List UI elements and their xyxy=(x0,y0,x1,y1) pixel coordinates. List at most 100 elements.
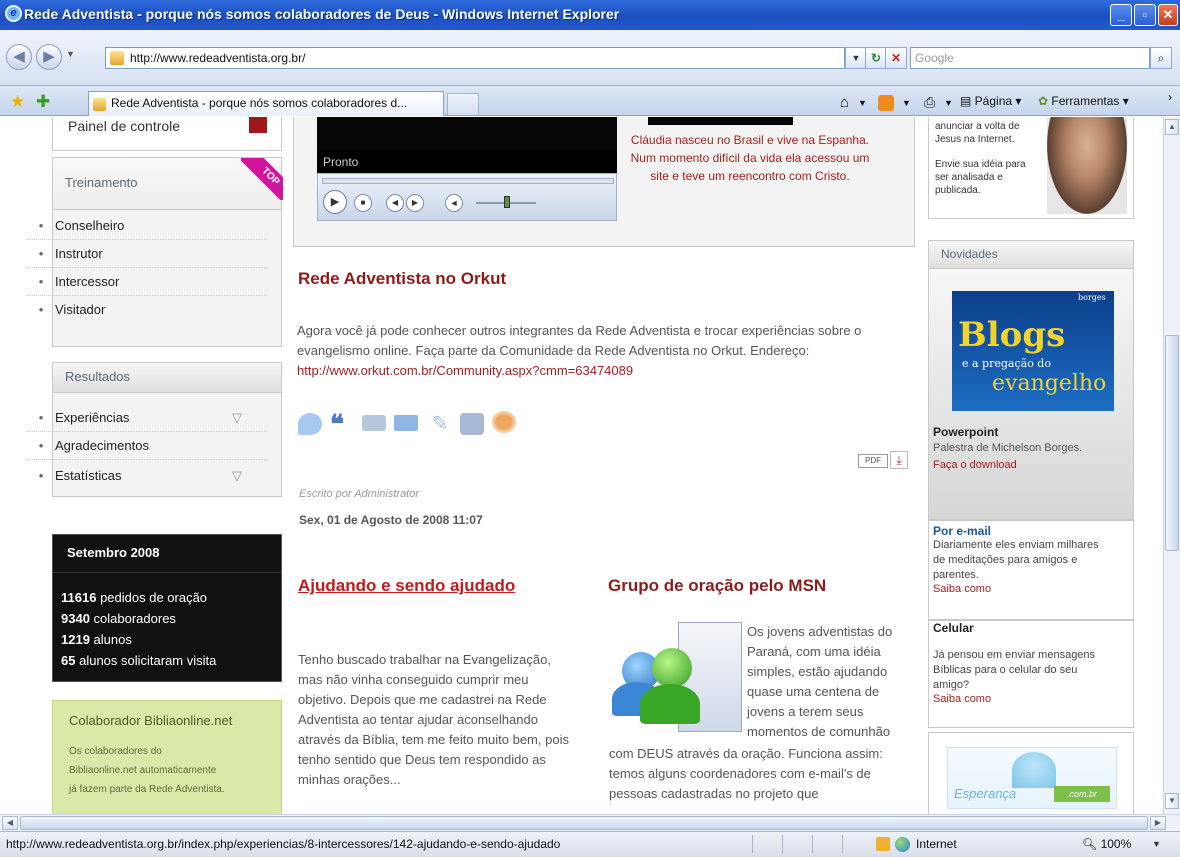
powerpoint-download-link[interactable]: Faça o download xyxy=(933,459,1017,471)
blogs-line3: evangelho xyxy=(992,371,1107,396)
chevron-down-icon[interactable]: ▽ xyxy=(232,462,242,490)
new-tab-button[interactable] xyxy=(447,93,479,115)
bookmark-icon[interactable]: ✎ xyxy=(428,413,452,435)
close-button[interactable]: ✕ xyxy=(1158,4,1178,26)
page-menu-label: Página xyxy=(974,94,1013,108)
pdf-button[interactable]: PDF xyxy=(858,454,888,468)
email-icon[interactable] xyxy=(394,415,418,431)
stats-label: alunos solicitaram visita xyxy=(79,653,217,668)
chevron-down-icon[interactable]: ▽ xyxy=(232,404,242,432)
celular-box: Celular Já pensou em enviar mensagens Bí… xyxy=(928,620,1134,728)
hscroll-thumb[interactable] xyxy=(20,816,1148,830)
print-page-icon[interactable] xyxy=(362,415,386,431)
stats-box: Setembro 2008 11616 pedidos de oração 93… xyxy=(52,534,282,682)
feeds-dropdown-icon[interactable]: ▼ xyxy=(902,98,911,108)
print-icon[interactable]: ⎙ xyxy=(924,94,935,111)
tools-menu[interactable]: ✿ Ferramentas ▾ xyxy=(1038,94,1129,108)
article-msn-title[interactable]: Grupo de oração pelo MSN xyxy=(608,576,826,596)
refresh-icon[interactable]: ↻ xyxy=(865,47,887,69)
search-icon[interactable]: ⌕ xyxy=(1150,47,1172,69)
stop-icon[interactable]: ■ xyxy=(354,194,372,212)
powerpoint-title[interactable]: Powerpoint xyxy=(933,425,998,439)
sidebar-item-label: Experiências xyxy=(55,410,130,425)
play-icon[interactable]: ▶ xyxy=(323,190,347,214)
msn-green-body xyxy=(640,684,700,724)
article-line: através da Bíblia, tem me feito muito be… xyxy=(298,732,569,747)
stats-row: 9340 colaboradores xyxy=(61,608,281,629)
scroll-thumb[interactable] xyxy=(1165,335,1179,551)
vertical-scrollbar[interactable]: ▲ ▼ xyxy=(1163,117,1180,814)
tab-current[interactable]: Rede Adventista - porque nós somos colab… xyxy=(88,91,444,116)
email-title[interactable]: Por e-mail xyxy=(929,521,1133,538)
sidebar-item-visitador[interactable]: • Visitador xyxy=(27,296,267,324)
orkut-text-line: Agora você já pode conhecer outros integ… xyxy=(297,323,862,338)
status-divider xyxy=(812,835,813,853)
stats-row: 65 alunos solicitaram visita xyxy=(61,650,281,671)
scroll-right-icon[interactable]: ▶ xyxy=(1150,816,1166,830)
forward-button[interactable]: ▶ xyxy=(36,44,62,70)
caption-line: Cláudia nasceu no Brasil e vive na Espan… xyxy=(630,133,870,147)
control-panel-icon[interactable] xyxy=(249,117,267,133)
article-ajudando-title[interactable]: Ajudando e sendo ajudado xyxy=(298,576,515,596)
stats-label: pedidos de oração xyxy=(100,590,208,605)
promo-line: Jesus na Internet. xyxy=(935,134,1015,145)
volume-icon[interactable]: ◄ xyxy=(445,194,463,212)
email-link[interactable]: Saiba como xyxy=(929,583,1133,595)
volume-handle[interactable] xyxy=(504,196,510,208)
comment-icon[interactable] xyxy=(298,413,322,435)
home-icon[interactable]: ⌂ xyxy=(840,94,849,111)
feeds-icon[interactable] xyxy=(878,95,894,111)
sidebar-item-instrutor[interactable]: • Instrutor xyxy=(27,240,267,268)
article-line: tenho sentido que Deus tem respondido as xyxy=(298,752,546,767)
scroll-left-icon[interactable]: ◀ xyxy=(2,816,18,830)
quote-icon[interactable]: ❝ xyxy=(330,411,354,437)
seek-bar[interactable] xyxy=(322,178,614,184)
search-input[interactable]: Google xyxy=(910,47,1150,69)
results-title: Resultados xyxy=(53,363,281,393)
horizontal-scrollbar[interactable]: ◀ ▶ xyxy=(0,814,1180,831)
minimize-button[interactable]: _ xyxy=(1110,4,1132,26)
pdf-share-icon[interactable] xyxy=(460,413,484,435)
zoom-level[interactable]: 🔍︎ 100% xyxy=(1082,832,1131,856)
article-line: jovens a terem seus xyxy=(747,704,864,719)
control-panel-link[interactable]: Painel de controle xyxy=(68,118,180,134)
biblia-text: Os colaboradores do Bibliaonline.net aut… xyxy=(53,728,281,799)
add-favorite-icon[interactable]: ✚ xyxy=(36,92,50,112)
esperanca-banner[interactable]: Esperança .com.br xyxy=(947,747,1117,809)
chevron-right-icon[interactable]: › xyxy=(1168,90,1172,104)
window-titlebar: e Rede Adventista - porque nós somos col… xyxy=(0,0,1180,30)
celular-title[interactable]: Celular xyxy=(929,621,1133,635)
print-dropdown-icon[interactable]: ▼ xyxy=(944,98,953,108)
scroll-up-icon[interactable]: ▲ xyxy=(1165,119,1179,135)
sidebar-item-agradecimentos[interactable]: • Agradecimentos xyxy=(27,432,267,460)
video-thumbnail[interactable] xyxy=(648,117,793,125)
favorites-star-icon[interactable]: ★ xyxy=(10,92,25,112)
security-warning-icon[interactable] xyxy=(876,837,890,851)
sidebar-item-estatisticas[interactable]: • Estatísticas ▽ xyxy=(27,462,267,490)
zoom-dropdown-icon[interactable]: ▼ xyxy=(1152,832,1161,856)
orkut-link[interactable]: http://www.orkut.com.br/Community.aspx?c… xyxy=(297,361,917,381)
address-bar[interactable]: http://www.redeadventista.org.br/ xyxy=(105,47,845,69)
celular-link[interactable]: Saiba como xyxy=(929,693,1133,705)
sidebar-item-conselheiro[interactable]: • Conselheiro xyxy=(27,212,267,240)
previous-icon[interactable]: ◀ xyxy=(386,194,404,212)
next-icon[interactable]: ▶ xyxy=(406,194,424,212)
sidebar-item-intercessor[interactable]: • Intercessor xyxy=(27,268,267,296)
scroll-down-icon[interactable]: ▼ xyxy=(1165,793,1179,809)
ie-logo-icon: e xyxy=(5,5,22,22)
back-button[interactable]: ◀ xyxy=(6,44,32,70)
sidebar-item-label: Estatísticas xyxy=(55,468,122,483)
celular-line: amigo? xyxy=(933,679,970,691)
pdf-icon[interactable]: ⤓ xyxy=(890,451,908,469)
address-dropdown-icon[interactable]: ▼ xyxy=(845,47,867,69)
home-dropdown-icon[interactable]: ▼ xyxy=(858,98,867,108)
rss-icon[interactable] xyxy=(492,411,516,433)
maximize-button[interactable]: ▫ xyxy=(1134,4,1156,26)
stop-icon[interactable]: ✕ xyxy=(885,47,907,69)
history-dropdown-icon[interactable]: ▼ xyxy=(66,49,75,59)
biblia-line: Bibliaonline.net automaticamente xyxy=(69,765,217,776)
blogs-banner[interactable]: Blogs e a pregação do evangelho borges xyxy=(952,291,1114,411)
page-menu[interactable]: ▤ Página ▾ xyxy=(960,94,1021,108)
orkut-title[interactable]: Rede Adventista no Orkut xyxy=(298,269,506,289)
sidebar-item-experiencias[interactable]: • Experiências ▽ xyxy=(27,404,267,432)
